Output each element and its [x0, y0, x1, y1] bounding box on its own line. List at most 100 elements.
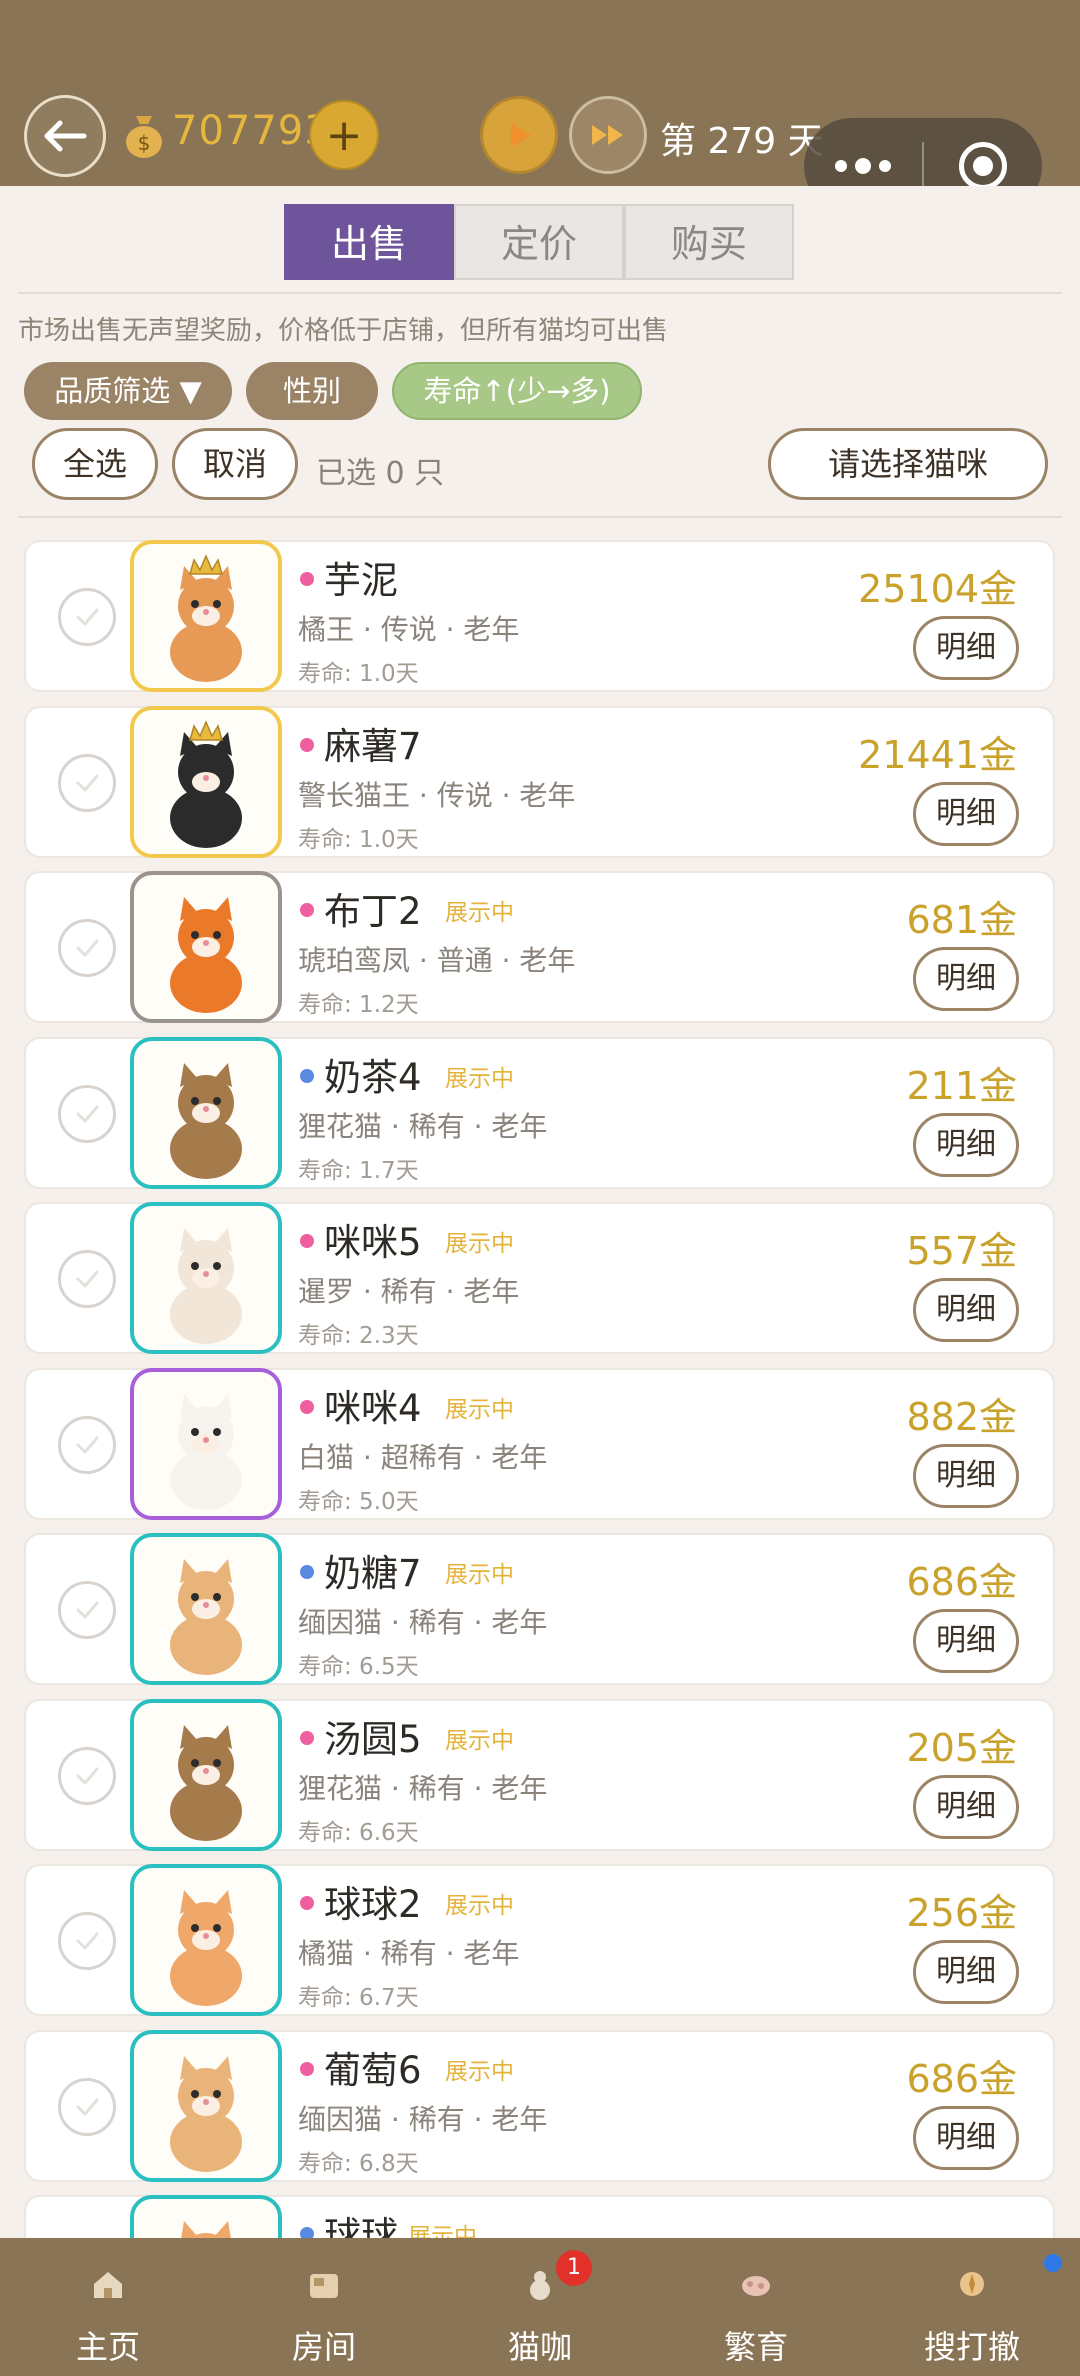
- cat-row[interactable]: 麻薯7 警长猫王 · 传说 · 老年 寿命: 1.0天 21441金 明细: [24, 706, 1055, 858]
- cat-avatar: [130, 706, 282, 858]
- dot-icon: [879, 160, 891, 172]
- cat-avatar: [130, 2030, 282, 2182]
- choose-cat-button[interactable]: 请选择猫咪: [768, 428, 1048, 500]
- tab-pricing[interactable]: 定价: [454, 204, 624, 280]
- cat-icon: [170, 897, 242, 1013]
- cat-name: 葡萄6: [324, 2049, 422, 2092]
- select-checkbox[interactable]: [58, 1250, 116, 1308]
- cat-description: 橘王 · 传说 · 老年: [298, 613, 520, 646]
- cat-row[interactable]: 球球2 展示中 橘猫 · 稀有 · 老年 寿命: 6.7天 256金 明细: [24, 1864, 1055, 2016]
- cat-row[interactable]: 汤圆5 展示中 狸花猫 · 稀有 · 老年 寿命: 6.6天 205金 明细: [24, 1699, 1055, 1851]
- cat-name: 奶糖7: [324, 1552, 422, 1595]
- detail-button[interactable]: 明细: [913, 616, 1019, 680]
- select-checkbox[interactable]: [58, 2078, 116, 2136]
- cat-row[interactable]: 球球展示中明细: [24, 2195, 1055, 2238]
- check-icon: [76, 939, 99, 957]
- nav-room[interactable]: 房间: [216, 2238, 432, 2376]
- cat-avatar: [130, 540, 282, 692]
- display-tag: 展示中: [445, 1066, 514, 1092]
- select-checkbox[interactable]: [58, 1747, 116, 1805]
- select-checkbox[interactable]: [58, 754, 116, 812]
- detail-button[interactable]: 明细: [913, 1113, 1019, 1177]
- nav-label: 繁育: [723, 2328, 788, 2366]
- gender-dot: [300, 1234, 314, 1248]
- cat-price: 205金: [906, 1726, 1017, 1770]
- cat-description: 狸花猫 · 稀有 · 老年: [298, 1772, 548, 1805]
- nav-cafe[interactable]: 1 猫咖: [432, 2238, 648, 2376]
- money-bag-icon: $: [126, 116, 162, 158]
- play-button[interactable]: [480, 96, 558, 174]
- cat-name: 奶茶4: [324, 1056, 422, 1099]
- nav-breed[interactable]: 繁育: [648, 2238, 864, 2376]
- detail-button[interactable]: 明细: [913, 1775, 1019, 1839]
- cat-row[interactable]: 布丁2 展示中 琥珀鸾凤 · 普通 · 老年 寿命: 1.2天 681金 明细: [24, 871, 1055, 1023]
- lifespan-sort-button[interactable]: 寿命↑(少→多): [392, 362, 642, 420]
- quality-filter-button[interactable]: 品质筛选 ▼: [24, 362, 232, 420]
- cat-avatar: [130, 1864, 282, 2016]
- check-icon: [76, 1601, 99, 1619]
- more-menu-button[interactable]: [804, 158, 922, 174]
- cat-description: 琥珀鸾凤 · 普通 · 老年: [298, 944, 576, 977]
- fast-forward-icon: [592, 125, 623, 145]
- gender-filter-button[interactable]: 性别: [246, 362, 378, 420]
- select-checkbox[interactable]: [58, 1085, 116, 1143]
- top-header: $ 707793 + 第 279 天: [0, 0, 1080, 214]
- check-icon: [76, 1767, 99, 1785]
- detail-button[interactable]: 明细: [913, 1444, 1019, 1508]
- cat-price: 681金: [906, 898, 1017, 942]
- cat-name: 麻薯7: [324, 725, 422, 768]
- detail-button[interactable]: 明细: [913, 1609, 1019, 1673]
- cat-row[interactable]: 咪咪4 展示中 白猫 · 超稀有 · 老年 寿命: 5.0天 882金 明细: [24, 1368, 1055, 1520]
- gender-dot: [300, 1400, 314, 1414]
- detail-button[interactable]: 明细: [913, 947, 1019, 1011]
- tab-buy[interactable]: 购买: [624, 204, 794, 280]
- gender-dot: [300, 2062, 314, 2076]
- gender-dot: [300, 1069, 314, 1083]
- select-checkbox[interactable]: [58, 1912, 116, 1970]
- cat-lifespan: 寿命: 6.8天: [298, 2151, 419, 2177]
- select-checkbox[interactable]: [58, 1416, 116, 1474]
- select-all-button[interactable]: 全选: [32, 428, 158, 500]
- nav-explore[interactable]: 搜打撤: [864, 2238, 1080, 2376]
- detail-button[interactable]: 明细: [913, 782, 1019, 846]
- cat-avatar: [130, 2195, 282, 2238]
- add-coins-button[interactable]: +: [309, 100, 379, 170]
- display-tag: 展示中: [445, 1231, 514, 1257]
- tab-sell[interactable]: 出售: [284, 204, 454, 280]
- cat-price: 557金: [906, 1229, 1017, 1273]
- fast-forward-button[interactable]: [569, 96, 647, 174]
- svg-text:$: $: [138, 131, 151, 155]
- select-checkbox[interactable]: [58, 588, 116, 646]
- display-tag: 展示中: [408, 2224, 477, 2238]
- cancel-selection-button[interactable]: 取消: [172, 428, 298, 500]
- home-icon: [94, 2272, 122, 2298]
- cat-description: 暹罗 · 稀有 · 老年: [298, 1275, 520, 1308]
- nav-home[interactable]: 主页: [0, 2238, 216, 2376]
- dot-icon: [855, 158, 871, 174]
- select-checkbox[interactable]: [58, 919, 116, 977]
- cat-name: 球球: [324, 2214, 398, 2238]
- cat-row[interactable]: 葡萄6 展示中 缅因猫 · 稀有 · 老年 寿命: 6.8天 686金 明细: [24, 2030, 1055, 2182]
- detail-button[interactable]: 明细: [913, 2106, 1019, 2170]
- gender-dot: [300, 903, 314, 917]
- select-checkbox[interactable]: [58, 1581, 116, 1639]
- cat-description: 白猫 · 超稀有 · 老年: [298, 1441, 548, 1474]
- detail-button[interactable]: 明细: [913, 1940, 1019, 2004]
- nav-label: 搜打撤: [923, 2328, 1020, 2366]
- back-button[interactable]: [24, 95, 106, 177]
- divider: [18, 516, 1062, 518]
- cat-avatar: [130, 871, 282, 1023]
- cat-row[interactable]: 咪咪5 展示中 暹罗 · 稀有 · 老年 寿命: 2.3天 557金 明细: [24, 1202, 1055, 1354]
- cat-icon: [170, 720, 242, 848]
- cat-avatar: [130, 1533, 282, 1685]
- display-tag: 展示中: [445, 2059, 514, 2085]
- detail-button[interactable]: 明细: [913, 1278, 1019, 1342]
- close-miniprogram-button[interactable]: [924, 142, 1042, 190]
- cat-icon: [170, 1725, 242, 1841]
- cat-row[interactable]: 奶糖7 展示中 缅因猫 · 稀有 · 老年 寿命: 6.5天 686金 明细: [24, 1533, 1055, 1685]
- explore-icon: [960, 2272, 984, 2296]
- nav-label: 主页: [75, 2328, 140, 2366]
- cat-row[interactable]: 芋泥 橘王 · 传说 · 老年 寿命: 1.0天 25104金 明细: [24, 540, 1055, 692]
- cat-icon: [170, 1063, 242, 1179]
- cat-row[interactable]: 奶茶4 展示中 狸花猫 · 稀有 · 老年 寿命: 1.7天 211金 明细: [24, 1037, 1055, 1189]
